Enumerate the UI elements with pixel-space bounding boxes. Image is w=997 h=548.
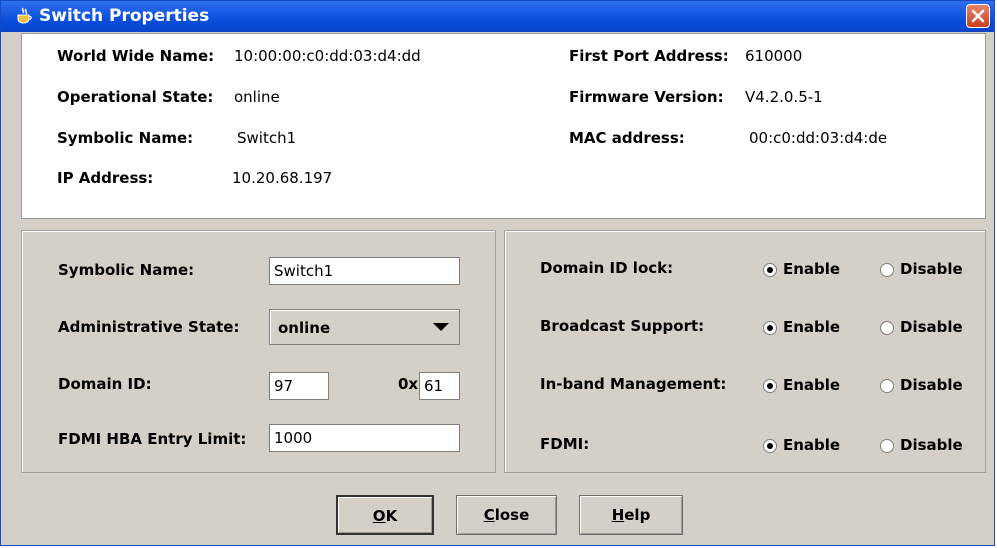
chevron-down-icon — [433, 323, 449, 331]
help-label-rest: elp — [624, 506, 651, 524]
in-band-management-label: In-band Management: — [540, 375, 727, 393]
wwn-label: World Wide Name: — [57, 47, 215, 65]
enable-label: Enable — [783, 436, 841, 454]
first-port-address-label: First Port Address: — [569, 47, 729, 65]
close-mnemonic: C — [483, 506, 495, 524]
enable-label: Enable — [783, 260, 841, 278]
close-window-button[interactable] — [966, 4, 990, 28]
switch-settings-panel: Symbolic Name: Switch1 Administrative St… — [21, 230, 496, 473]
first-port-address-value: 610000 — [745, 47, 803, 65]
java-cup-icon — [17, 7, 32, 24]
enable-label: Enable — [783, 376, 841, 394]
domain-id-label: Domain ID: — [58, 375, 152, 393]
ip-address-label: IP Address: — [57, 169, 154, 187]
fdmi-label: FDMI: — [540, 435, 590, 453]
radio-unselected-icon — [880, 379, 894, 393]
close-label-rest: lose — [494, 506, 530, 524]
domain-id-input[interactable]: 97 — [269, 372, 329, 400]
radio-unselected-icon — [880, 439, 894, 453]
radio-selected-icon — [763, 439, 777, 453]
window-title: Switch Properties — [39, 6, 210, 26]
ok-label-rest: K — [385, 507, 398, 525]
symbolic-name-label: Symbolic Name: — [58, 261, 195, 279]
symbolic-name-input[interactable]: Switch1 — [269, 257, 460, 285]
wwn-value: 10:00:00:c0:dd:03:d4:dd — [234, 47, 421, 65]
symbolic-name-info-label: Symbolic Name: — [57, 129, 194, 147]
firmware-version-value: V4.2.0.5-1 — [745, 88, 823, 106]
hex-prefix-label: 0x — [398, 375, 419, 393]
mac-address-value: 00:c0:dd:03:d4:de — [749, 129, 888, 147]
help-mnemonic: H — [611, 506, 625, 524]
mac-address-label: MAC address: — [569, 129, 685, 147]
disable-label: Disable — [900, 436, 963, 454]
administrative-state-selected: online — [278, 319, 331, 337]
symbolic-name-info-value: Switch1 — [237, 129, 297, 147]
radio-selected-icon — [763, 379, 777, 393]
disable-label: Disable — [900, 376, 963, 394]
close-button[interactable]: Close — [456, 495, 557, 535]
radio-unselected-icon — [880, 263, 894, 277]
ok-button[interactable]: OK — [336, 495, 434, 535]
enable-label: Enable — [783, 318, 841, 336]
radio-selected-icon — [763, 263, 777, 277]
fdmi-hba-entry-limit-input[interactable]: 1000 — [269, 424, 460, 452]
switch-options-panel: Domain ID lock: Enable Disable Broadcast… — [504, 230, 986, 473]
domain-id-hex-input[interactable]: 61 — [419, 372, 460, 400]
close-icon — [971, 9, 985, 23]
disable-label: Disable — [900, 260, 963, 278]
radio-unselected-icon — [880, 321, 894, 335]
fdmi-hba-entry-limit-label: FDMI HBA Entry Limit: — [58, 430, 247, 448]
switch-info-panel: World Wide Name: 10:00:00:c0:dd:03:d4:dd… — [21, 33, 986, 219]
help-button[interactable]: Help — [579, 495, 683, 535]
administrative-state-select[interactable]: online — [269, 309, 460, 345]
administrative-state-label: Administrative State: — [58, 318, 240, 336]
domain-id-lock-label: Domain ID lock: — [540, 259, 674, 277]
firmware-version-label: Firmware Version: — [569, 88, 724, 106]
operational-state-label: Operational State: — [57, 88, 214, 106]
ok-mnemonic: O — [372, 507, 386, 525]
title-bar[interactable]: Switch Properties — [1, 1, 994, 32]
switch-properties-dialog: Switch Properties World Wide Name: 10:00… — [0, 0, 995, 546]
disable-label: Disable — [900, 318, 963, 336]
operational-state-value: online — [234, 88, 280, 106]
ip-address-value: 10.20.68.197 — [232, 169, 333, 187]
broadcast-support-label: Broadcast Support: — [540, 317, 705, 335]
radio-selected-icon — [763, 321, 777, 335]
